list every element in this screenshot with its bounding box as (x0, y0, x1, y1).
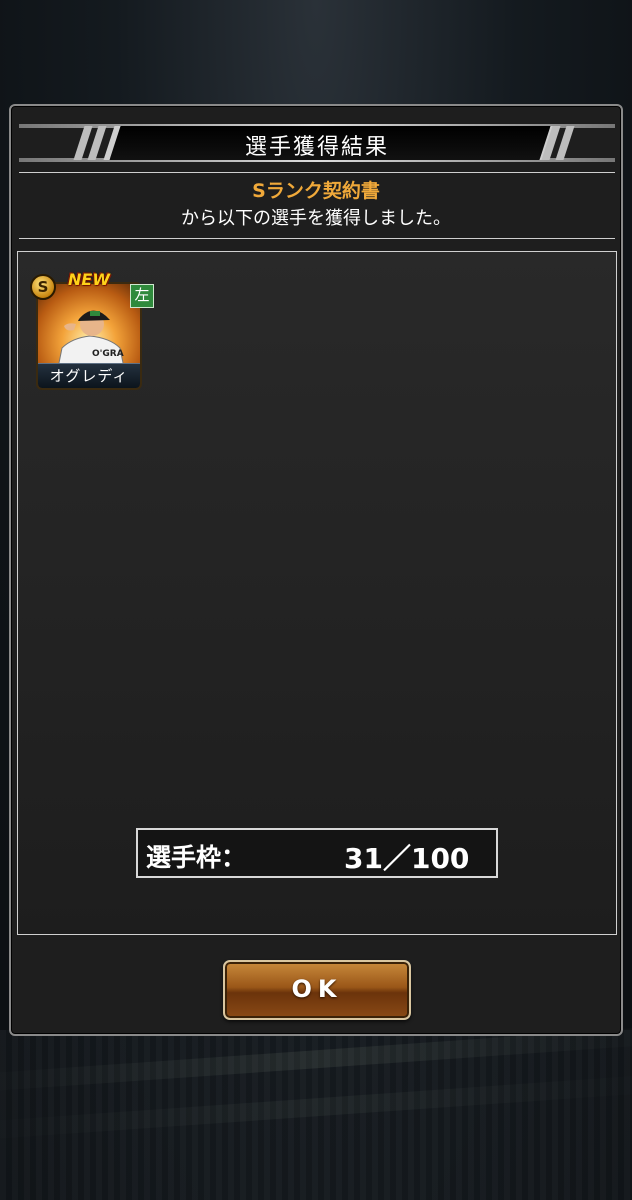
player-name: オグレディ (38, 363, 140, 388)
game-screen: 選手獲得結果 Sランク契約書 から以下の選手を獲得しました。 O'GRA オグレ… (0, 0, 632, 1200)
ok-button[interactable]: OK (223, 960, 411, 1020)
dialog-title: 選手獲得結果 (244, 135, 389, 160)
background-crowd (0, 1030, 632, 1200)
left-handed-badge-icon: 左 (130, 284, 154, 308)
player-portrait-image: O'GRA (57, 310, 125, 368)
player-card[interactable]: O'GRA オグレディ (36, 282, 142, 390)
roster-label: 選手枠： (146, 843, 247, 872)
roster-value: 31／100 (344, 842, 470, 875)
acquisition-result-dialog: 選手獲得結果 Sランク契約書 から以下の選手を獲得しました。 O'GRA オグレ… (9, 104, 623, 1036)
acquisition-message: Sランク契約書 から以下の選手を獲得しました。 (11, 178, 621, 232)
player-list-panel: O'GRA オグレディ S NEW 左 選手枠： 31／100 (17, 251, 617, 935)
divider-top (19, 172, 615, 173)
rank-s-coin-icon: S (30, 274, 56, 300)
divider-bottom (19, 238, 615, 239)
contract-name: Sランク契約書 (252, 180, 380, 202)
acquisition-message-text: から以下の選手を獲得しました。 (181, 208, 451, 229)
dialog-title-bar: 選手獲得結果 (19, 124, 615, 164)
new-badge: NEW (68, 270, 110, 289)
svg-text:O'GRA: O'GRA (92, 349, 124, 359)
roster-count-box: 選手枠： 31／100 (136, 828, 498, 878)
